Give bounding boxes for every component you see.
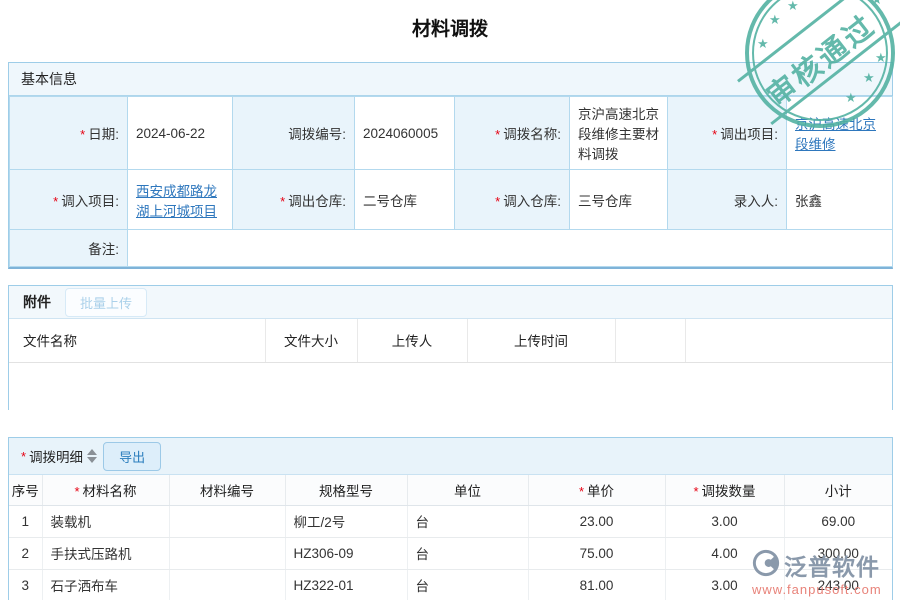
file-size-header: 文件大小 — [265, 319, 357, 362]
cell-unit: 台 — [407, 569, 528, 600]
col-spec: 规格型号 — [285, 475, 407, 505]
out-project-link[interactable]: 京沪高速北京段维修 — [795, 117, 876, 152]
empty-header — [615, 319, 685, 362]
transfer-no-value: 2024060005 — [355, 97, 455, 170]
detail-table: 序号 *材料名称 材料编号 规格型号 单位 *单价 *调拨数量 小计 1 装载机… — [9, 475, 892, 600]
basic-info-section-title: 基本信息 — [9, 63, 892, 96]
cell-no: 3 — [9, 569, 42, 600]
table-row: 2 手扶式压路机 HZ306-09 台 75.00 4.00 300.00 — [9, 537, 892, 569]
out-warehouse-label: *调出仓库: — [233, 170, 355, 230]
attachments-empty-area — [9, 363, 892, 410]
col-price: *单价 — [528, 475, 665, 505]
cell-subtotal: 243.00 — [784, 569, 892, 600]
in-project-value: 西安成都路龙湖上河城项目 — [128, 170, 233, 230]
col-no: 序号 — [9, 475, 42, 505]
page-title: 材料调拨 — [0, 14, 900, 41]
detail-header-row: 序号 *材料名称 材料编号 规格型号 单位 *单价 *调拨数量 小计 — [9, 475, 892, 505]
col-unit: 单位 — [407, 475, 528, 505]
export-button[interactable]: 导出 — [103, 442, 161, 471]
cell-qty: 3.00 — [665, 569, 784, 600]
cell-no: 2 — [9, 537, 42, 569]
empty-header — [685, 319, 892, 362]
attachments-table: 文件名称 文件大小 上传人 上传时间 — [9, 319, 892, 363]
out-warehouse-value: 二号仓库 — [355, 170, 455, 230]
cell-subtotal: 69.00 — [784, 505, 892, 537]
cell-material-code — [169, 569, 285, 600]
uploader-header: 上传人 — [357, 319, 467, 362]
cell-qty: 4.00 — [665, 537, 784, 569]
cell-spec: HZ306-09 — [285, 537, 407, 569]
col-material-code: 材料编号 — [169, 475, 285, 505]
cell-price: 23.00 — [528, 505, 665, 537]
recorder-value: 张鑫 — [787, 170, 893, 230]
cell-spec: 柳工/2号 — [285, 505, 407, 537]
out-project-label: *调出项目: — [668, 97, 787, 170]
basic-info-panel: 基本信息 *日期: 2024-06-22 调拨编号: 2024060005 *调… — [8, 62, 893, 269]
transfer-name-value: 京沪高速北京段维修主要材料调拨 — [570, 97, 668, 170]
col-material-name: *材料名称 — [42, 475, 169, 505]
cell-spec: HZ322-01 — [285, 569, 407, 600]
cell-subtotal: 300.00 — [784, 537, 892, 569]
cell-price: 75.00 — [528, 537, 665, 569]
detail-section-title: 调拨明细 — [29, 446, 83, 466]
star-icon: ★ — [787, 0, 799, 14]
in-warehouse-label: *调入仓库: — [455, 170, 570, 230]
transfer-name-label: *调拨名称: — [455, 97, 570, 170]
cell-material-name: 装载机 — [42, 505, 169, 537]
cell-unit: 台 — [407, 505, 528, 537]
cell-qty: 3.00 — [665, 505, 784, 537]
table-row: 1 装载机 柳工/2号 台 23.00 3.00 69.00 — [9, 505, 892, 537]
remark-label: 备注: — [10, 230, 128, 267]
date-label: *日期: — [10, 97, 128, 170]
sort-arrows-icon[interactable] — [87, 449, 97, 463]
cell-material-code — [169, 505, 285, 537]
upload-time-header: 上传时间 — [467, 319, 615, 362]
cell-material-name: 石子洒布车 — [42, 569, 169, 600]
cell-material-code — [169, 537, 285, 569]
table-row: 3 石子洒布车 HZ322-01 台 81.00 3.00 243.00 — [9, 569, 892, 600]
in-project-label: *调入项目: — [10, 170, 128, 230]
date-value: 2024-06-22 — [128, 97, 233, 170]
remark-value — [128, 230, 893, 267]
in-project-link[interactable]: 西安成都路龙湖上河城项目 — [136, 184, 217, 219]
basic-info-grid: *日期: 2024-06-22 调拨编号: 2024060005 *调拨名称: … — [9, 96, 893, 267]
file-name-header: 文件名称 — [9, 319, 265, 362]
attachments-panel: 附件 批量上传 文件名称 文件大小 上传人 上传时间 — [8, 285, 893, 410]
transfer-no-label: 调拨编号: — [233, 97, 355, 170]
detail-panel: * 调拨明细 导出 序号 *材料名称 材料编号 规格型号 单位 *单价 *调拨数… — [8, 437, 893, 600]
cell-no: 1 — [9, 505, 42, 537]
recorder-label: 录入人: — [668, 170, 787, 230]
in-warehouse-value: 三号仓库 — [570, 170, 668, 230]
cell-material-name: 手扶式压路机 — [42, 537, 169, 569]
col-qty: *调拨数量 — [665, 475, 784, 505]
star-icon: ★ — [871, 0, 883, 8]
attachments-section-title: 附件 — [23, 292, 51, 312]
out-project-value: 京沪高速北京段维修 — [787, 97, 893, 170]
batch-upload-button[interactable]: 批量上传 — [65, 288, 147, 317]
cell-price: 81.00 — [528, 569, 665, 600]
col-subtotal: 小计 — [784, 475, 892, 505]
cell-unit: 台 — [407, 537, 528, 569]
